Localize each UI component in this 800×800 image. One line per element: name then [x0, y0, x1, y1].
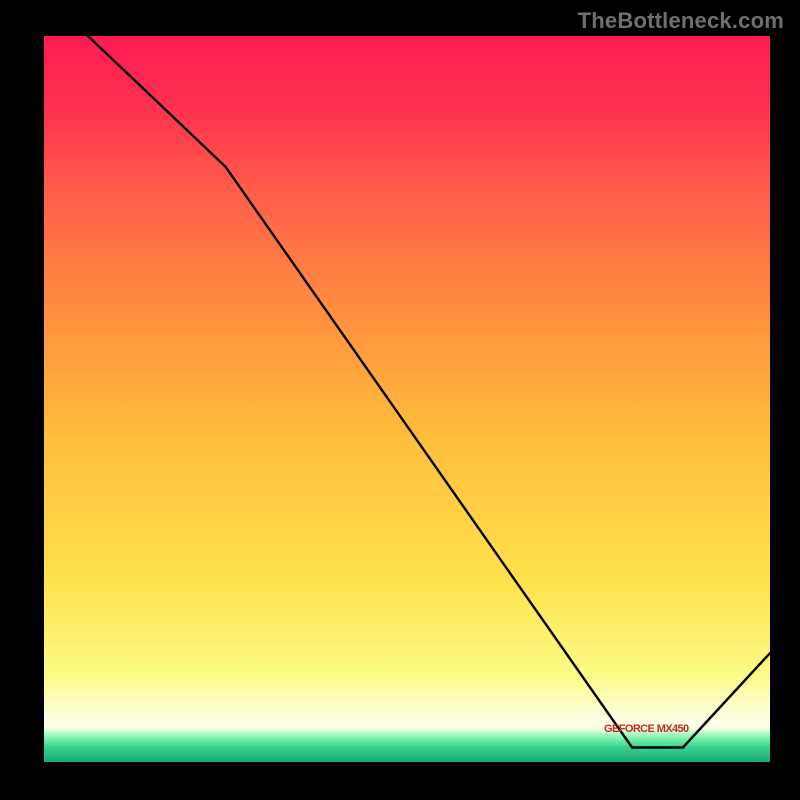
plot-area: GEFORCE MX450: [44, 36, 770, 762]
chart-frame: TheBottleneck.com GEFORCE MX450: [0, 0, 800, 800]
line-plot-svg: [44, 36, 770, 762]
watermark-text: TheBottleneck.com: [578, 8, 784, 34]
annotation-geforce: GEFORCE MX450: [604, 723, 689, 735]
bottleneck-curve: [80, 36, 770, 747]
